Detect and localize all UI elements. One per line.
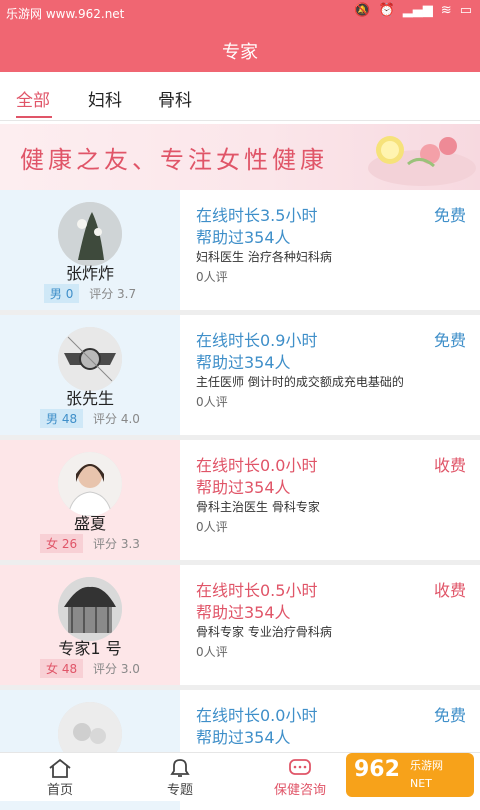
bottom-nav: 首页 专题 保健咨询 962 乐游网 NET [0, 752, 480, 801]
gender-age-badge: 男 48 [40, 409, 84, 428]
expert-profile: 张先生 男 48 评分 4.0 [0, 315, 180, 435]
status-bar: 乐游网 www.962.net 🔕 ⏰ ▂▄▆ ≋ ▭ [0, 0, 480, 24]
expert-details: 在线时长0.9小时 帮助过354人 免费 主任医师 倒计时的成交额成充电基础的 … [180, 315, 480, 435]
review-count: 0人评 [196, 520, 228, 534]
tab-all[interactable]: 全部 [16, 86, 50, 111]
helped-count: 帮助过354人 [196, 603, 291, 622]
battery-icon: ▭ [459, 3, 472, 18]
app-bar: 专家 [0, 24, 480, 72]
rating-value: 4.0 [120, 412, 140, 426]
gender-age-badge: 女 26 [40, 534, 84, 553]
expert-name: 张炸炸 [65, 264, 114, 283]
helped-count: 帮助过354人 [196, 478, 291, 497]
status-left-text: 乐游网 www.962.net [6, 7, 125, 21]
expert-description: 主任医师 倒计时的成交额成充电基础的 [196, 375, 404, 389]
price-tag: 收费 [433, 581, 466, 600]
nav-consult[interactable]: 保健咨询 [240, 753, 360, 801]
chat-icon [289, 759, 311, 775]
online-hours: 在线时长0.0小时 [196, 706, 318, 725]
expert-details: 在线时长0.5小时 帮助过354人 收费 骨科专家 专业治疗骨科病 0人评 [180, 565, 480, 685]
expert-name: 盛夏 [73, 514, 106, 533]
expert-description: 骨科主治医生 骨科专家 [196, 500, 320, 514]
online-hours: 在线时长3.5小时 [196, 206, 318, 225]
review-count: 0人评 [196, 645, 228, 659]
expert-name: 专家1 号 [58, 639, 122, 658]
expert-profile: 专家1 号 女 48 评分 3.0 [0, 565, 180, 685]
nav-home[interactable]: 首页 [0, 753, 120, 801]
review-count: 0人评 [196, 270, 228, 284]
signal-icon: ▂▄▆ [402, 3, 433, 18]
status-icons: 🔕 ⏰ ▂▄▆ ≋ ▭ [354, 3, 472, 18]
price-tag: 收费 [433, 456, 466, 475]
expert-meta: 女 48 评分 3.0 [0, 659, 180, 678]
page-title: 专家 [222, 42, 258, 63]
rating-value: 3.0 [120, 662, 140, 676]
price-tag: 免费 [433, 331, 466, 350]
bell-icon [170, 759, 190, 777]
helped-count: 帮助过354人 [196, 228, 291, 247]
price-tag: 免费 [433, 206, 466, 225]
expert-profile: 盛夏 女 26 评分 3.3 [0, 440, 180, 560]
gender-age-badge: 男 0 [43, 284, 80, 303]
online-hours: 在线时长0.5小时 [196, 581, 318, 600]
banner-slogan: 健康之友、专注女性健康 [20, 146, 328, 174]
avatar [58, 577, 122, 641]
expert-details: 在线时长3.5小时 帮助过354人 免费 妇科医生 治疗各种妇科病 0人评 [180, 190, 480, 310]
rating-value: 3.7 [117, 287, 137, 301]
expert-name: 张先生 [65, 389, 114, 408]
food-illustration [368, 136, 476, 186]
avatar [58, 202, 122, 266]
expert-meta: 女 26 评分 3.3 [0, 534, 180, 553]
online-hours: 在线时长0.0小时 [196, 456, 318, 475]
mute-icon: 🔕 [354, 3, 371, 18]
promo-banner[interactable]: 健康之友、专注女性健康 [0, 124, 480, 190]
expert-description: 骨科专家 专业治疗骨科病 [196, 625, 332, 639]
expert-card[interactable]: 张炸炸 男 0 评分 3.7 在线时长3.5小时 帮助过354人 免费 妇科医生… [0, 190, 480, 315]
expert-description: 妇科医生 治疗各种妇科病 [196, 250, 332, 264]
expert-card[interactable]: 张先生 男 48 评分 4.0 在线时长0.9小时 帮助过354人 免费 主任医… [0, 315, 480, 440]
price-tag: 免费 [433, 706, 466, 725]
wifi-icon: ≋ [440, 3, 452, 18]
helped-count: 帮助过354人 [196, 353, 291, 372]
expert-profile: 张炸炸 男 0 评分 3.7 [0, 190, 180, 310]
online-hours: 在线时长0.9小时 [196, 331, 318, 350]
home-icon [49, 758, 71, 778]
tab-indicator [16, 116, 52, 118]
alarm-icon: ⏰ [378, 3, 395, 18]
avatar [58, 327, 122, 391]
tab-orthopedics[interactable]: 骨科 [158, 86, 192, 111]
site-watermark: 962 乐游网 NET [346, 753, 474, 797]
tab-gynecology[interactable]: 妇科 [88, 86, 122, 111]
avatar [58, 452, 122, 516]
helped-count: 帮助过354人 [196, 728, 291, 747]
nav-topics[interactable]: 专题 [120, 753, 240, 801]
expert-card[interactable]: 盛夏 女 26 评分 3.3 在线时长0.0小时 帮助过354人 收费 骨科主治… [0, 440, 480, 565]
expert-card[interactable]: 专家1 号 女 48 评分 3.0 在线时长0.5小时 帮助过354人 收费 骨… [0, 565, 480, 690]
rating-value: 3.3 [120, 537, 140, 551]
gender-age-badge: 女 48 [40, 659, 84, 678]
review-count: 0人评 [196, 395, 228, 409]
expert-meta: 男 48 评分 4.0 [0, 409, 180, 428]
expert-details: 在线时长0.0小时 帮助过354人 收费 骨科主治医生 骨科专家 0人评 [180, 440, 480, 560]
category-tabs: 全部 妇科 骨科 [0, 72, 480, 121]
expert-meta: 男 0 评分 3.7 [0, 284, 180, 303]
